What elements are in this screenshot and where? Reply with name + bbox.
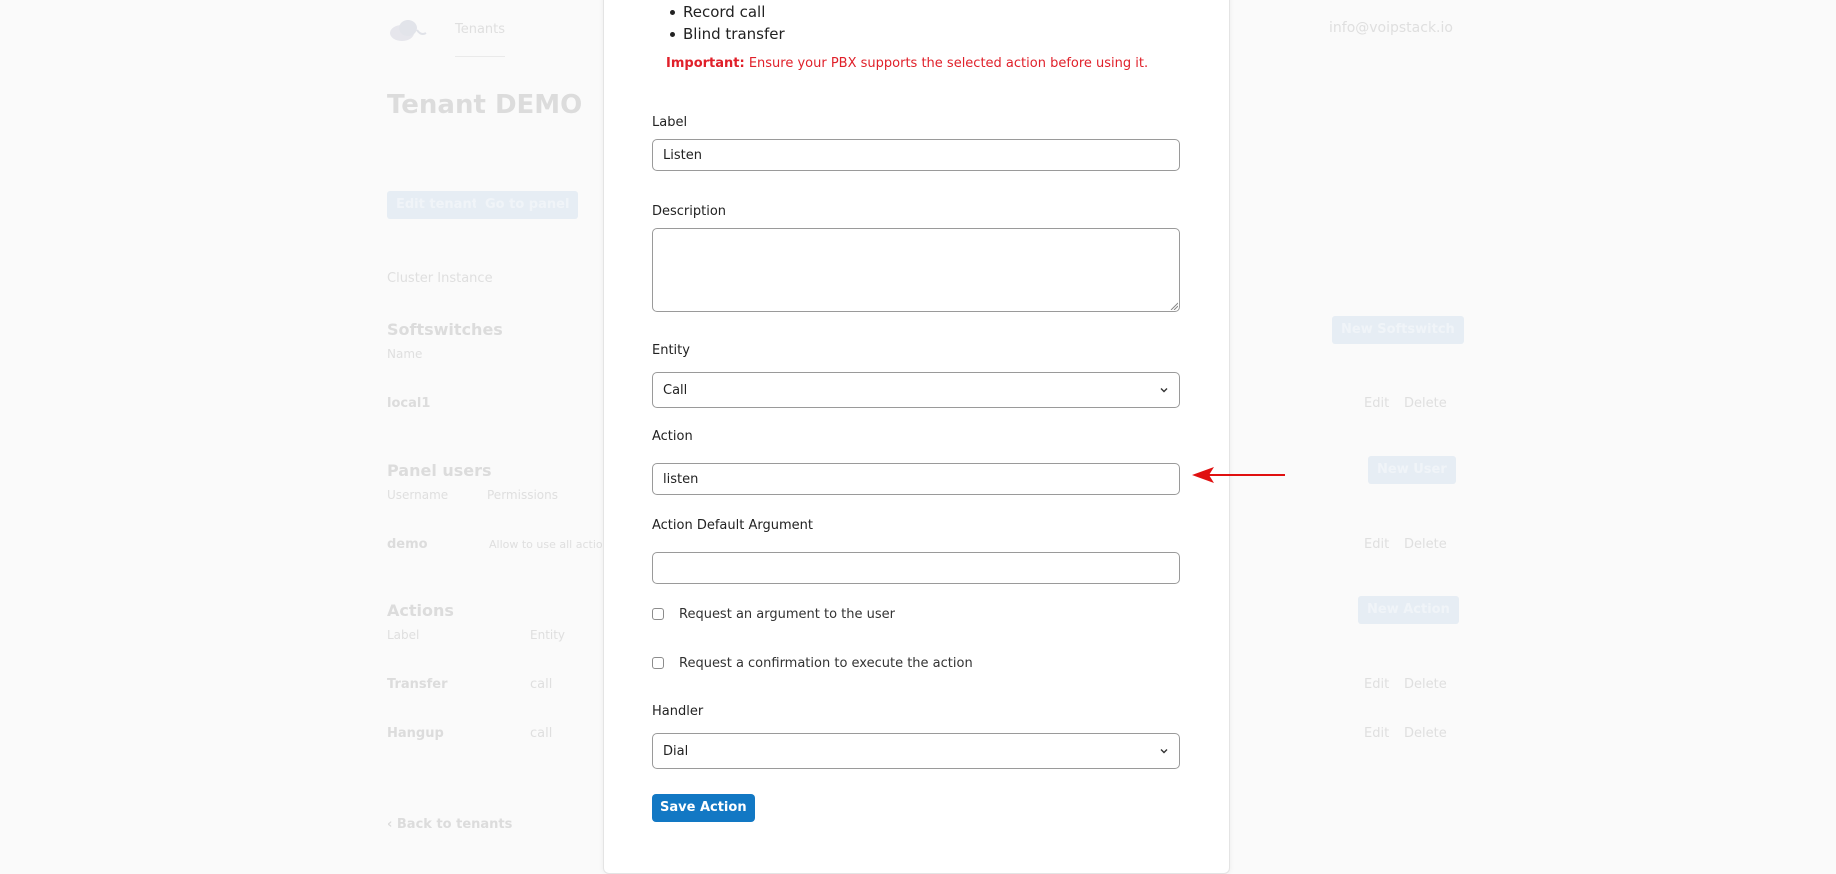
entity-field-label: Entity: [652, 343, 690, 358]
save-action-button[interactable]: Save Action: [652, 794, 755, 822]
entity-select[interactable]: Call: [652, 372, 1180, 408]
action-input[interactable]: [652, 463, 1180, 495]
handler-select[interactable]: Dial: [652, 733, 1180, 769]
description-textarea[interactable]: [652, 228, 1180, 312]
handler-selected-value: Dial: [663, 743, 689, 759]
request-argument-label[interactable]: Request an argument to the user: [679, 607, 895, 622]
label-field-label: Label: [652, 115, 688, 130]
label-input[interactable]: [652, 139, 1180, 171]
chevron-down-icon: [1160, 749, 1168, 754]
default-argument-input[interactable]: [652, 552, 1180, 584]
action-form-modal: Record call Blind transfer Important: En…: [603, 0, 1230, 874]
entity-selected-value: Call: [663, 382, 688, 398]
list-item: Blind transfer: [668, 23, 785, 45]
resize-grip-icon[interactable]: [1170, 302, 1178, 310]
request-confirmation-row[interactable]: Request a confirmation to execute the ac…: [652, 654, 973, 672]
request-argument-checkbox[interactable]: [652, 608, 664, 620]
default-argument-field-label: Action Default Argument: [652, 518, 813, 533]
important-notice: Important: Ensure your PBX supports the …: [666, 56, 1148, 71]
list-item: Record call: [668, 1, 785, 23]
supported-actions-list: Record call Blind transfer: [668, 1, 785, 45]
request-argument-row[interactable]: Request an argument to the user: [652, 605, 895, 623]
important-text: Ensure your PBX supports the selected ac…: [744, 56, 1149, 71]
description-field-label: Description: [652, 204, 727, 219]
important-prefix: Important:: [666, 56, 745, 71]
action-field-label: Action: [652, 429, 693, 444]
chevron-down-icon: [1160, 388, 1168, 393]
request-confirmation-checkbox[interactable]: [652, 657, 664, 669]
request-confirmation-label[interactable]: Request a confirmation to execute the ac…: [679, 656, 973, 671]
handler-field-label: Handler: [652, 704, 704, 719]
annotation-arrow-icon: [1192, 467, 1285, 483]
